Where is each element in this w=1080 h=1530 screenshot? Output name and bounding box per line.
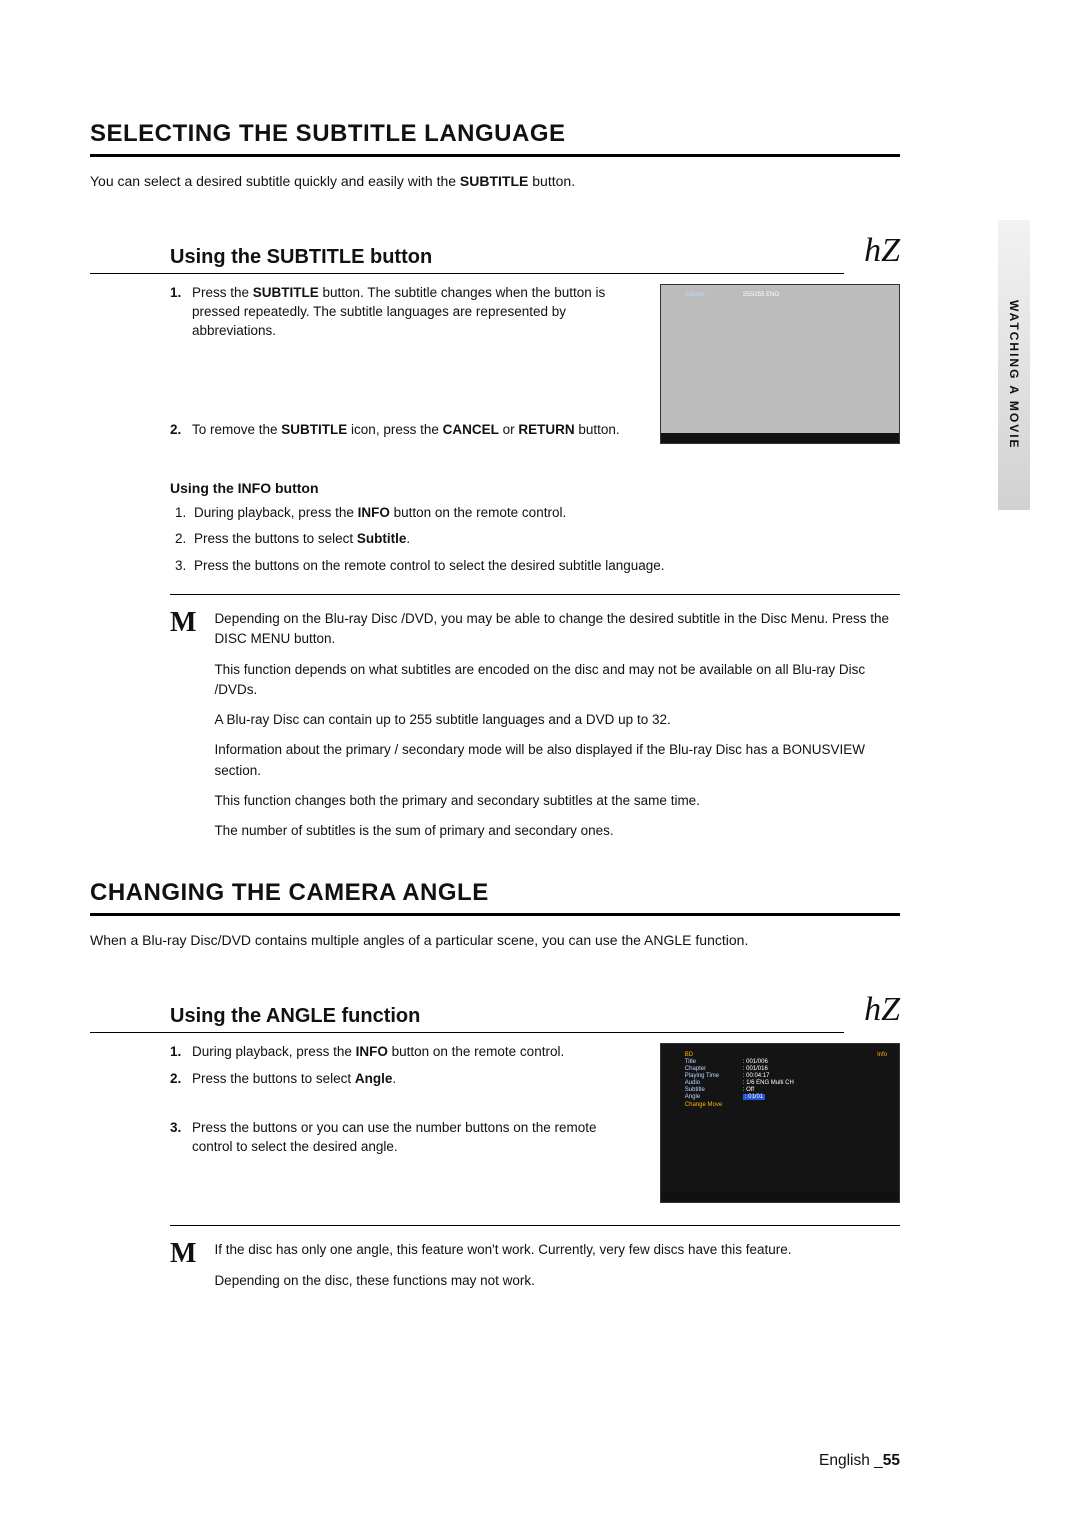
list-item: 2. To remove the SUBTITLE icon, press th… — [170, 421, 640, 440]
subheading-row-subtitle: Using the SUBTITLE button hZ — [90, 232, 900, 274]
note-angle: M If the disc has only one angle, this f… — [170, 1240, 900, 1301]
heading-angle: CHANGING THE CAMERA ANGLE — [90, 879, 900, 916]
preview-angle: BDInfo Title: 001/006Chapter: 001/016Pla… — [660, 1043, 900, 1203]
subheading-subtitle: Using the SUBTITLE button — [90, 246, 844, 274]
heading-subtitle: SELECTING THE SUBTITLE LANGUAGE — [90, 120, 900, 157]
note-item: A Blu-ray Disc can contain up to 255 sub… — [214, 710, 900, 730]
note-item: The number of subtitles is the sum of pr… — [214, 821, 900, 841]
angle-two-col: 1. During playback, press the INFO butto… — [90, 1043, 900, 1207]
list-item: 1. Press the SUBTITLE button. The subtit… — [170, 284, 640, 341]
info-heading: Using the INFO button — [90, 480, 900, 496]
note-icon: M — [170, 1240, 196, 1301]
subtitle-two-col: 1. Press the SUBTITLE button. The subtit… — [90, 284, 900, 460]
subtitle-steps: 1. Press the SUBTITLE button. The subtit… — [170, 284, 640, 341]
list-item: 3. Press the buttons or you can use the … — [170, 1119, 640, 1157]
intro-angle: When a Blu-ray Disc/DVD contains multipl… — [90, 930, 900, 951]
side-tab-label: WATCHING A MOVIE — [1007, 300, 1021, 510]
note-item: Depending on the Blu-ray Disc /DVD, you … — [214, 609, 900, 650]
subheading-angle: Using the ANGLE function — [90, 1005, 844, 1033]
note-subtitle: M Depending on the Blu-ray Disc /DVD, yo… — [170, 609, 900, 851]
angle-steps: 1. During playback, press the INFO butto… — [170, 1043, 640, 1089]
divider — [170, 594, 900, 595]
note-item: Depending on the disc, these functions m… — [214, 1271, 900, 1291]
note-list: Depending on the Blu-ray Disc /DVD, you … — [214, 609, 900, 851]
side-tab: WATCHING A MOVIE — [998, 220, 1030, 510]
subtitle-steps-2: 2. To remove the SUBTITLE icon, press th… — [170, 421, 640, 440]
note-item: This function depends on what subtitles … — [214, 660, 900, 701]
divider — [170, 1225, 900, 1226]
list-item: During playback, press the INFO button o… — [190, 504, 900, 523]
list-item: 2. Press the buttons to select Angle. — [170, 1070, 640, 1089]
info-steps: During playback, press the INFO button o… — [90, 504, 900, 577]
manual-page: WATCHING A MOVIE SELECTING THE SUBTITLE … — [90, 120, 900, 1410]
list-item: Press the buttons on the remote control … — [190, 557, 900, 576]
note-item: If the disc has only one angle, this fea… — [214, 1240, 900, 1260]
note-list: If the disc has only one angle, this fea… — [214, 1240, 900, 1301]
note-item: This function changes both the primary a… — [214, 791, 900, 811]
list-item: Press the buttons to select Subtitle. — [190, 530, 900, 549]
angle-steps-2: 3. Press the buttons or you can use the … — [170, 1119, 640, 1157]
note-icon: M — [170, 609, 196, 851]
note-item: Information about the primary / secondar… — [214, 740, 900, 781]
disc-icon: hZ — [844, 232, 900, 274]
disc-icon: hZ — [844, 991, 900, 1033]
subheading-row-angle: Using the ANGLE function hZ — [90, 991, 900, 1033]
page-footer: English _55 — [819, 1452, 900, 1470]
list-item: 1. During playback, press the INFO butto… — [170, 1043, 640, 1062]
intro-subtitle: You can select a desired subtitle quickl… — [90, 171, 900, 192]
preview-subtitle: Subtitle255/255 ENG — [660, 284, 900, 444]
